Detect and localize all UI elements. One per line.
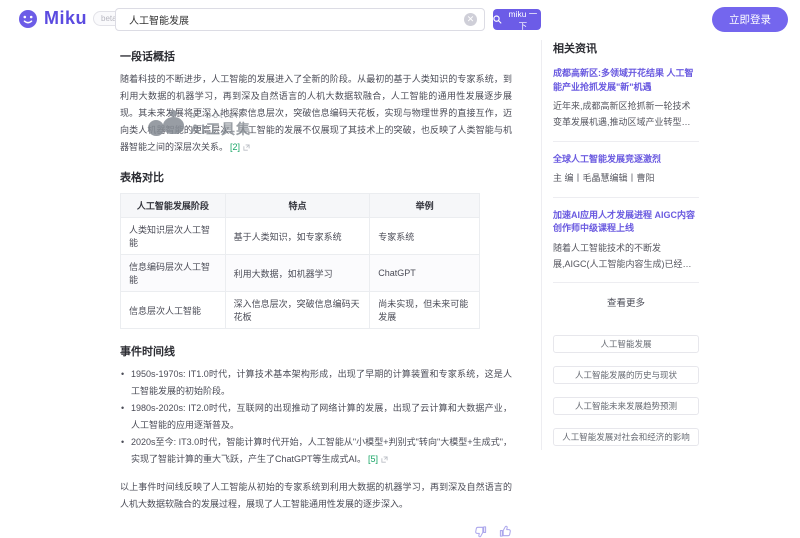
table-row: 信息层次人工智能 深入信息层次，突破信息编码天花板 尚未实现，但未来可能发展 — [121, 292, 480, 329]
table-header: 人工智能发展阶段 — [121, 194, 226, 218]
timeline-list: 1950s-1970s: IT1.0时代，计算技术基本架构形成，出现了早期的计算… — [120, 366, 512, 469]
news-snippet: 近年来,成都高新区抢抓新一轮技术变革发展机遇,推动区域产业转型升级,现已迈入人工… — [553, 99, 699, 131]
external-link-icon[interactable] — [243, 140, 250, 157]
divider — [553, 141, 699, 142]
brand-logo[interactable]: Miku beta — [18, 8, 125, 29]
divider — [553, 282, 699, 283]
news-item[interactable]: 全球人工智能发展竞逐激烈 主 编丨毛晶慧编辑丨曹阳 — [553, 153, 699, 187]
timeline-section-title: 事件时间线 — [120, 343, 512, 359]
miku-face-icon — [18, 9, 38, 29]
table-section-title: 表格对比 — [120, 169, 512, 185]
related-search-button[interactable]: 人工智能发展对社会和经济的影响 — [553, 428, 699, 446]
timeline-item: 2020s至今: IT3.0时代，智能计算时代开始，人工智能从"小模型+判别式"… — [120, 434, 512, 469]
related-search-button[interactable]: 人工智能未来发展趋势预测 — [553, 397, 699, 415]
brand-name: Miku — [44, 8, 87, 29]
vertical-divider — [541, 40, 542, 450]
timeline-item: 1980s-2020s: IT2.0时代，互联网的出现推动了网络计算的发展，出现… — [120, 400, 512, 434]
timeline-item: 1950s-1970s: IT1.0时代，计算技术基本架构形成，出现了早期的计算… — [120, 366, 512, 400]
search-button[interactable]: miku 一下 — [493, 9, 541, 30]
summary-section-title: 一段话概括 — [120, 48, 512, 64]
summary-text: 随着科技的不断进步，人工智能的发展进入了全新的阶段。从最初的基于人类知识的专家系… — [120, 71, 512, 157]
feedback-bar — [120, 525, 512, 538]
news-title[interactable]: 全球人工智能发展竞逐激烈 — [553, 153, 699, 167]
news-title[interactable]: 加速AI应用人才发展进程 AIGC内容创作师中级课程上线 — [553, 209, 699, 236]
related-search-button[interactable]: 人工智能发展 — [553, 335, 699, 353]
clear-icon[interactable]: ✕ — [464, 13, 477, 26]
related-search-button[interactable]: 人工智能发展的历史与现状 — [553, 366, 699, 384]
divider — [553, 197, 699, 198]
header: Miku beta ✕ miku 一下 立即登录 — [0, 0, 800, 40]
thumbs-up-icon[interactable] — [499, 525, 512, 538]
conclusion-text: 以上事件时间线反映了人工智能从初始的专家系统到利用大数据的机器学习，再到深及自然… — [120, 479, 512, 513]
news-snippet: 随着人工智能技术的不断发展,AIGC(人工智能内容生成)已经成为当今时代的重要趋… — [553, 241, 699, 273]
news-item[interactable]: 加速AI应用人才发展进程 AIGC内容创作师中级课程上线 随着人工智能技术的不断… — [553, 209, 699, 273]
table-row: 信息编码层次人工智能 利用大数据，如机器学习 ChatGPT — [121, 255, 480, 292]
thumbs-down-icon[interactable] — [474, 525, 487, 538]
view-more-button[interactable]: 查看更多 — [553, 295, 699, 309]
comparison-table: 人工智能发展阶段 特点 举例 人类知识层次人工智能 基于人类知识，如专家系统 专… — [120, 193, 480, 329]
external-link-icon[interactable] — [381, 452, 388, 469]
news-item[interactable]: 成都高新区:多领域开花结果 人工智能产业抢抓发展"新"机遇 近年来,成都高新区抢… — [553, 67, 699, 131]
news-snippet: 主 编丨毛晶慧编辑丨曹阳 — [553, 171, 699, 187]
table-header: 特点 — [225, 194, 370, 218]
search-input[interactable] — [115, 8, 485, 31]
citation-link-2[interactable]: [2] — [230, 142, 240, 152]
answer-panel: 一段话概括 随着科技的不断进步，人工智能的发展进入了全新的阶段。从最初的基于人类… — [120, 40, 512, 538]
search-bar: ✕ — [115, 8, 485, 31]
search-button-label: miku 一下 — [505, 8, 541, 32]
login-button[interactable]: 立即登录 — [712, 7, 788, 32]
sidebar-title: 相关资讯 — [553, 40, 699, 56]
news-title[interactable]: 成都高新区:多领域开花结果 人工智能产业抢抓发展"新"机遇 — [553, 67, 699, 94]
citation-link-5[interactable]: [5] — [368, 454, 378, 464]
search-icon — [493, 15, 502, 24]
table-header: 举例 — [370, 194, 480, 218]
related-news-panel: 相关资讯 成都高新区:多领域开花结果 人工智能产业抢抓发展"新"机遇 近年来,成… — [553, 40, 699, 459]
table-row: 人类知识层次人工智能 基于人类知识，如专家系统 专家系统 — [121, 218, 480, 255]
